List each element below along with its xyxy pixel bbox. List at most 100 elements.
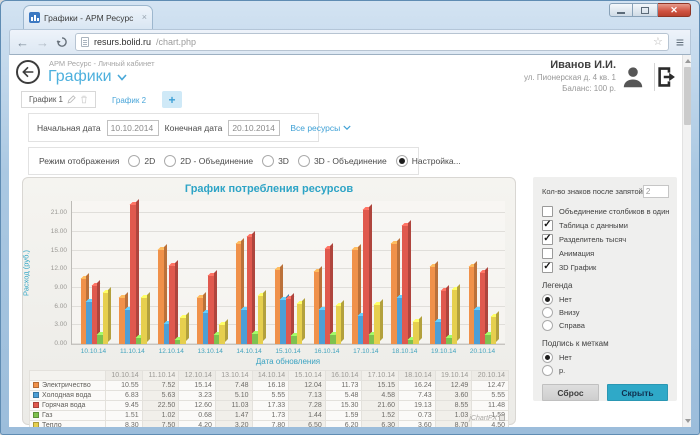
address-bar[interactable]: resurs.bolid.ru /chart.php ☆ <box>75 33 669 51</box>
reset-button[interactable]: Сброс <box>542 384 599 401</box>
bar[interactable] <box>130 204 136 344</box>
bar[interactable] <box>103 292 109 344</box>
tab-close-icon[interactable]: × <box>142 13 147 22</box>
value-cell: 4.58 <box>362 391 399 401</box>
bar[interactable] <box>336 305 342 344</box>
x-tick-label: 17.10.14 <box>346 348 385 355</box>
back-nav-icon[interactable]: ← <box>16 36 29 49</box>
bar[interactable] <box>363 210 369 344</box>
bar[interactable] <box>208 275 214 344</box>
checkbox-icon[interactable] <box>542 206 553 217</box>
delete-trash-icon[interactable] <box>80 95 88 104</box>
scroll-down-arrow-icon[interactable] <box>685 419 691 423</box>
radio-dot <box>545 297 550 302</box>
value-cell: 7.28 <box>289 401 326 411</box>
start-date-label: Начальная дата <box>37 123 101 133</box>
page-title[interactable]: Графики <box>48 68 127 86</box>
checkbox-thousands-separator[interactable]: ✓Разделитель тысяч <box>542 232 668 246</box>
value-cell: 1.44 <box>289 411 326 421</box>
bar[interactable] <box>141 297 147 344</box>
chevron-down-icon[interactable] <box>117 74 127 81</box>
value-cell: 12.60 <box>179 401 216 411</box>
radio-icon[interactable] <box>298 155 310 167</box>
tab-chart-1[interactable]: График 1 <box>21 91 96 108</box>
table-row: Газ1.511.020.681.471.731.441.591.520.731… <box>30 411 509 421</box>
mode-option-2d[interactable]: 2D <box>128 155 155 167</box>
value-cell: 7.43 <box>399 391 436 401</box>
browser-menu-icon[interactable]: ≡ <box>676 35 684 49</box>
checkbox-data-table[interactable]: ✓Таблица с данными <box>542 218 668 232</box>
minimize-button[interactable] <box>609 3 633 17</box>
checkbox-icon[interactable]: ✓ <box>542 234 553 245</box>
radio-icon[interactable] <box>542 294 553 305</box>
mode-option-3d[interactable]: 3D <box>262 155 289 167</box>
bookmark-star-icon[interactable]: ☆ <box>653 37 663 48</box>
mode-option-3d-union[interactable]: 3D - Объединение <box>298 155 387 167</box>
all-resources-link[interactable]: Все ресурсы <box>290 123 351 133</box>
legend-option-none[interactable]: Нет <box>542 293 668 306</box>
mark-option-none[interactable]: Нет <box>542 351 668 364</box>
decimals-input[interactable] <box>643 185 669 198</box>
legend-cell: Холодная вода <box>30 391 106 401</box>
user-profile-icon[interactable] <box>620 64 646 90</box>
radio-icon[interactable] <box>542 320 553 331</box>
bar[interactable] <box>219 324 225 344</box>
legend-option-right[interactable]: Справа <box>542 319 668 332</box>
radio-icon[interactable] <box>542 365 553 376</box>
refresh-icon[interactable] <box>56 36 68 48</box>
bar-group <box>75 201 114 344</box>
logout-icon[interactable] <box>654 64 680 90</box>
page-scrollbar[interactable] <box>682 55 691 427</box>
radio-icon[interactable] <box>262 155 274 167</box>
legend-option-bottom[interactable]: Внизу <box>542 306 668 319</box>
radio-icon[interactable] <box>128 155 140 167</box>
mode-option-2d-union[interactable]: 2D - Объединение <box>164 155 253 167</box>
value-cell: 3.60 <box>435 391 472 401</box>
table-date-header: 11.10.14 <box>142 371 179 381</box>
value-cell: 6.83 <box>106 391 143 401</box>
checkbox-animation[interactable]: Анимация <box>542 246 668 260</box>
scroll-up-arrow-icon[interactable] <box>685 59 691 63</box>
checkbox-icon[interactable]: ✓ <box>542 262 553 273</box>
scrollbar-thumb[interactable] <box>684 67 691 125</box>
mark-option-rub[interactable]: р. <box>542 364 668 377</box>
radio-icon[interactable] <box>396 155 408 167</box>
window-close-button[interactable]: ✕ <box>658 3 691 17</box>
page-title-text: Графики <box>48 68 112 86</box>
tab-chart-2[interactable]: График 2 <box>105 93 153 108</box>
forward-nav-icon[interactable]: → <box>36 36 49 49</box>
bar[interactable] <box>413 322 419 344</box>
add-chart-tab-button[interactable]: + <box>162 91 182 108</box>
mode-option-custom[interactable]: Настройка... <box>396 155 461 167</box>
bar[interactable] <box>180 318 186 344</box>
bar[interactable] <box>247 236 253 344</box>
table-date-header: 13.10.14 <box>215 371 252 381</box>
value-cell: 12.49 <box>435 381 472 391</box>
bar[interactable] <box>297 304 303 344</box>
checkbox-icon[interactable]: ✓ <box>542 220 553 231</box>
checkbox-label: Объединение столбиков в один <box>559 207 669 216</box>
radio-icon[interactable] <box>542 352 553 363</box>
radio-icon[interactable] <box>542 307 553 318</box>
end-date-input[interactable] <box>228 120 280 136</box>
bar[interactable] <box>374 305 380 344</box>
checkbox-icon[interactable] <box>542 248 553 259</box>
bar[interactable] <box>402 225 408 344</box>
start-date-input[interactable] <box>107 120 159 136</box>
bar[interactable] <box>491 316 497 344</box>
bar-group <box>308 201 347 344</box>
maximize-button[interactable] <box>633 3 658 17</box>
bar[interactable] <box>169 266 175 344</box>
bar[interactable] <box>258 296 264 344</box>
bar[interactable] <box>325 249 331 344</box>
edit-pencil-icon[interactable] <box>67 95 76 104</box>
browser-tab[interactable]: Графики - АРМ Ресурс × <box>23 5 153 29</box>
hide-button[interactable]: Скрыть <box>607 384 668 401</box>
legend-cell: Электричество <box>30 381 106 391</box>
checkbox-3d-graph[interactable]: ✓3D График <box>542 260 668 274</box>
checkbox-merge-bars[interactable]: Объединение столбиков в один <box>542 204 668 218</box>
back-button[interactable] <box>16 60 40 84</box>
table-date-header: 16.10.14 <box>325 371 362 381</box>
bar[interactable] <box>452 290 458 344</box>
radio-icon[interactable] <box>164 155 176 167</box>
